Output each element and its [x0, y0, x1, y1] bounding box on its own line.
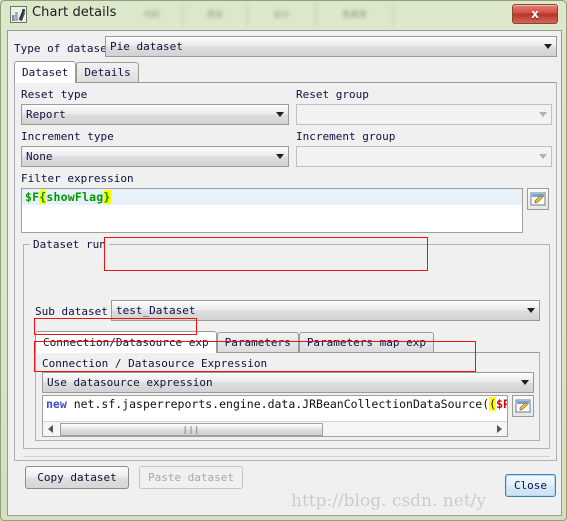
scroll-thumb[interactable]: |||	[60, 422, 323, 436]
increment-type-combo[interactable]: None	[21, 146, 289, 167]
filter-expression-text: $F{showFlag}	[22, 189, 522, 205]
chevron-down-icon	[539, 37, 556, 56]
paste-dataset-button[interactable]: Paste dataset	[139, 466, 243, 489]
type-of-dataset-combo[interactable]: Pie dataset	[105, 36, 557, 57]
increment-type-value: None	[26, 150, 53, 163]
connection-expression-label: Connection / Datasource Expression	[42, 357, 268, 370]
chevron-down-icon	[522, 301, 539, 320]
filter-expr-name: showFlag	[46, 190, 104, 204]
type-of-dataset-label: Type of dataset	[14, 42, 114, 55]
background-tab-2: 设计	[248, 2, 316, 26]
scroll-right-arrow[interactable]	[492, 422, 507, 437]
tab-connection-datasource-exp[interactable]: Connection/Datasource exp	[35, 331, 217, 353]
type-of-dataset-value: Pie dataset	[110, 40, 183, 53]
filter-expr-prefix: $F	[25, 190, 40, 204]
reset-group-label: Reset group	[296, 88, 369, 101]
chart-details-icon	[10, 6, 27, 23]
background-tabs: 代码 预览 设计 数据源	[121, 1, 501, 27]
window-close-button[interactable]: x	[512, 4, 558, 24]
chevron-down-icon	[534, 147, 551, 166]
scroll-left-arrow[interactable]	[43, 422, 58, 437]
background-tab-0: 代码	[121, 2, 183, 26]
filter-expression-editor-button[interactable]	[527, 188, 549, 210]
sub-dataset-value: test_Dataset	[116, 304, 196, 317]
filter-expr-close-brace: }	[103, 190, 111, 204]
expression-hscrollbar[interactable]: |||	[43, 421, 507, 436]
dataset-tab-panel: Reset type Report Reset group Increment …	[14, 82, 557, 489]
expr-keyword: new	[46, 397, 67, 411]
connection-mode-value: Use datasource expression	[47, 376, 213, 389]
footer-separator	[23, 456, 550, 457]
reset-type-value: Report	[26, 108, 66, 121]
dataset-run-group-title: Dataset run	[30, 238, 109, 251]
connection-tab-panel: Connection / Datasource Expression Use d…	[35, 352, 540, 441]
title-bar: 代码 预览 设计 数据源 Chart details x	[1, 1, 566, 29]
chart-details-window: 代码 预览 设计 数据源 Chart details x Type of dat…	[0, 0, 567, 521]
tab-dataset[interactable]: Dataset	[14, 61, 77, 83]
chevron-down-icon	[271, 105, 288, 124]
reset-type-label: Reset type	[21, 88, 88, 101]
expr-body: net.sf.jasperreports.engine.data.JRBeanC…	[66, 397, 490, 411]
connection-expression-input[interactable]: new net.sf.jasperreports.engine.data.JRB…	[42, 395, 508, 437]
background-tab-3: 数据源	[316, 2, 394, 26]
copy-dataset-button[interactable]: Copy dataset	[25, 466, 129, 489]
tab-parameters[interactable]: Parameters	[216, 332, 299, 352]
background-tab-1: 预览	[183, 2, 248, 26]
tab-details[interactable]: Details	[76, 62, 139, 82]
chevron-down-icon	[271, 147, 288, 166]
increment-group-combo[interactable]	[296, 146, 552, 167]
main-tabstrip: Dataset Details	[14, 61, 139, 83]
connection-expression-text: new net.sf.jasperreports.engine.data.JRB…	[43, 396, 507, 412]
scroll-thumb-grip: |||	[182, 424, 201, 434]
connection-mode-combo[interactable]: Use datasource expression	[42, 372, 534, 393]
chevron-down-icon	[534, 105, 551, 124]
sub-dataset-combo[interactable]: test_Dataset	[111, 300, 540, 321]
sub-dataset-label: Sub dataset	[35, 305, 108, 318]
window-title: Chart details	[32, 5, 117, 20]
reset-type-combo[interactable]: Report	[21, 104, 289, 125]
dataset-run-tabstrip: Connection/Datasource exp Parameters Param…	[35, 331, 435, 353]
reset-group-combo[interactable]	[296, 104, 552, 125]
tab-parameters-map-exp[interactable]: Parameters map exp	[298, 332, 435, 352]
connection-expression-editor-button[interactable]	[512, 395, 534, 417]
increment-group-label: Increment group	[296, 130, 396, 143]
filter-expression-input[interactable]: $F{showFlag}	[21, 188, 523, 233]
increment-type-label: Increment type	[21, 130, 114, 143]
filter-expression-label: Filter expression	[21, 172, 134, 185]
expr-param-token: $P {	[496, 397, 507, 411]
dialog-client-area: Type of dataset Pie dataset Dataset Detai…	[7, 30, 562, 516]
chevron-down-icon	[516, 373, 533, 392]
close-button[interactable]: Close	[505, 474, 556, 497]
dialog-content: Type of dataset Pie dataset Dataset Detai…	[8, 31, 561, 515]
